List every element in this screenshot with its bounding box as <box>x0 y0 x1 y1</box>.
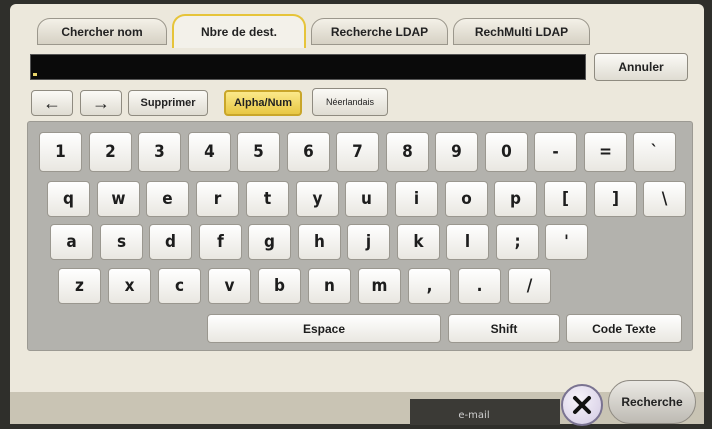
key[interactable]: 3 <box>138 132 181 172</box>
key[interactable]: z <box>58 268 101 304</box>
key[interactable]: f <box>199 224 242 260</box>
key[interactable]: 8 <box>386 132 429 172</box>
key[interactable]: n <box>308 268 351 304</box>
close-icon <box>573 396 591 414</box>
key[interactable]: h <box>298 224 341 260</box>
key[interactable]: b <box>258 268 301 304</box>
key[interactable]: g <box>248 224 291 260</box>
key[interactable]: o <box>445 181 488 217</box>
arrow-right-icon: → <box>92 92 110 113</box>
key[interactable]: 1 <box>39 132 82 172</box>
key[interactable]: c <box>158 268 201 304</box>
key[interactable]: e <box>146 181 189 217</box>
tab-rechmulti-ldap[interactable]: RechMulti LDAP <box>453 18 590 45</box>
alpha-num-button[interactable]: Alpha/Num <box>224 90 302 116</box>
key[interactable]: \ <box>643 181 686 217</box>
key[interactable]: 7 <box>336 132 379 172</box>
key[interactable]: 2 <box>89 132 132 172</box>
key[interactable]: - <box>534 132 577 172</box>
key[interactable]: i <box>395 181 438 217</box>
key[interactable]: u <box>345 181 388 217</box>
code-text-key[interactable]: Code Texte <box>566 314 682 343</box>
key[interactable]: ' <box>545 224 588 260</box>
delete-button[interactable]: Supprimer <box>128 90 208 116</box>
key[interactable]: j <box>347 224 390 260</box>
key[interactable]: l <box>446 224 489 260</box>
key[interactable]: 9 <box>435 132 478 172</box>
arrow-left-icon: ← <box>43 92 61 113</box>
cancel-button[interactable]: Annuler <box>594 53 688 81</box>
key[interactable]: r <box>196 181 239 217</box>
key[interactable]: , <box>408 268 451 304</box>
shift-key[interactable]: Shift <box>448 314 560 343</box>
key[interactable]: q <box>47 181 90 217</box>
key[interactable]: [ <box>544 181 587 217</box>
key[interactable]: y <box>296 181 339 217</box>
key[interactable]: a <box>50 224 93 260</box>
key[interactable]: d <box>149 224 192 260</box>
key[interactable]: v <box>208 268 251 304</box>
email-label: e-mail <box>458 410 490 421</box>
search-button[interactable]: Recherche <box>608 380 696 424</box>
text-cursor <box>33 73 37 76</box>
key[interactable]: = <box>584 132 627 172</box>
key[interactable]: ; <box>496 224 539 260</box>
key[interactable]: m <box>358 268 401 304</box>
key[interactable]: w <box>97 181 140 217</box>
key[interactable]: ` <box>633 132 676 172</box>
key[interactable]: t <box>246 181 289 217</box>
space-key[interactable]: Espace <box>207 314 441 343</box>
key[interactable]: . <box>458 268 501 304</box>
back-arrow-button[interactable]: ← <box>31 90 73 116</box>
close-button[interactable] <box>561 384 603 426</box>
key[interactable]: 5 <box>237 132 280 172</box>
key[interactable]: 6 <box>287 132 330 172</box>
key[interactable]: k <box>397 224 440 260</box>
text-input-field[interactable] <box>30 54 586 80</box>
key[interactable]: ] <box>594 181 637 217</box>
language-button[interactable]: Néerlandais <box>312 88 388 116</box>
tab-recherche-ldap[interactable]: Recherche LDAP <box>311 18 448 45</box>
forward-arrow-button[interactable]: → <box>80 90 122 116</box>
key[interactable]: p <box>494 181 537 217</box>
key[interactable]: s <box>100 224 143 260</box>
key[interactable]: 0 <box>485 132 528 172</box>
key[interactable]: 4 <box>188 132 231 172</box>
key[interactable]: / <box>508 268 551 304</box>
key[interactable]: x <box>108 268 151 304</box>
tab-nbre-dest[interactable]: Nbre de dest. <box>172 14 306 48</box>
tab-chercher-nom[interactable]: Chercher nom <box>37 18 167 45</box>
